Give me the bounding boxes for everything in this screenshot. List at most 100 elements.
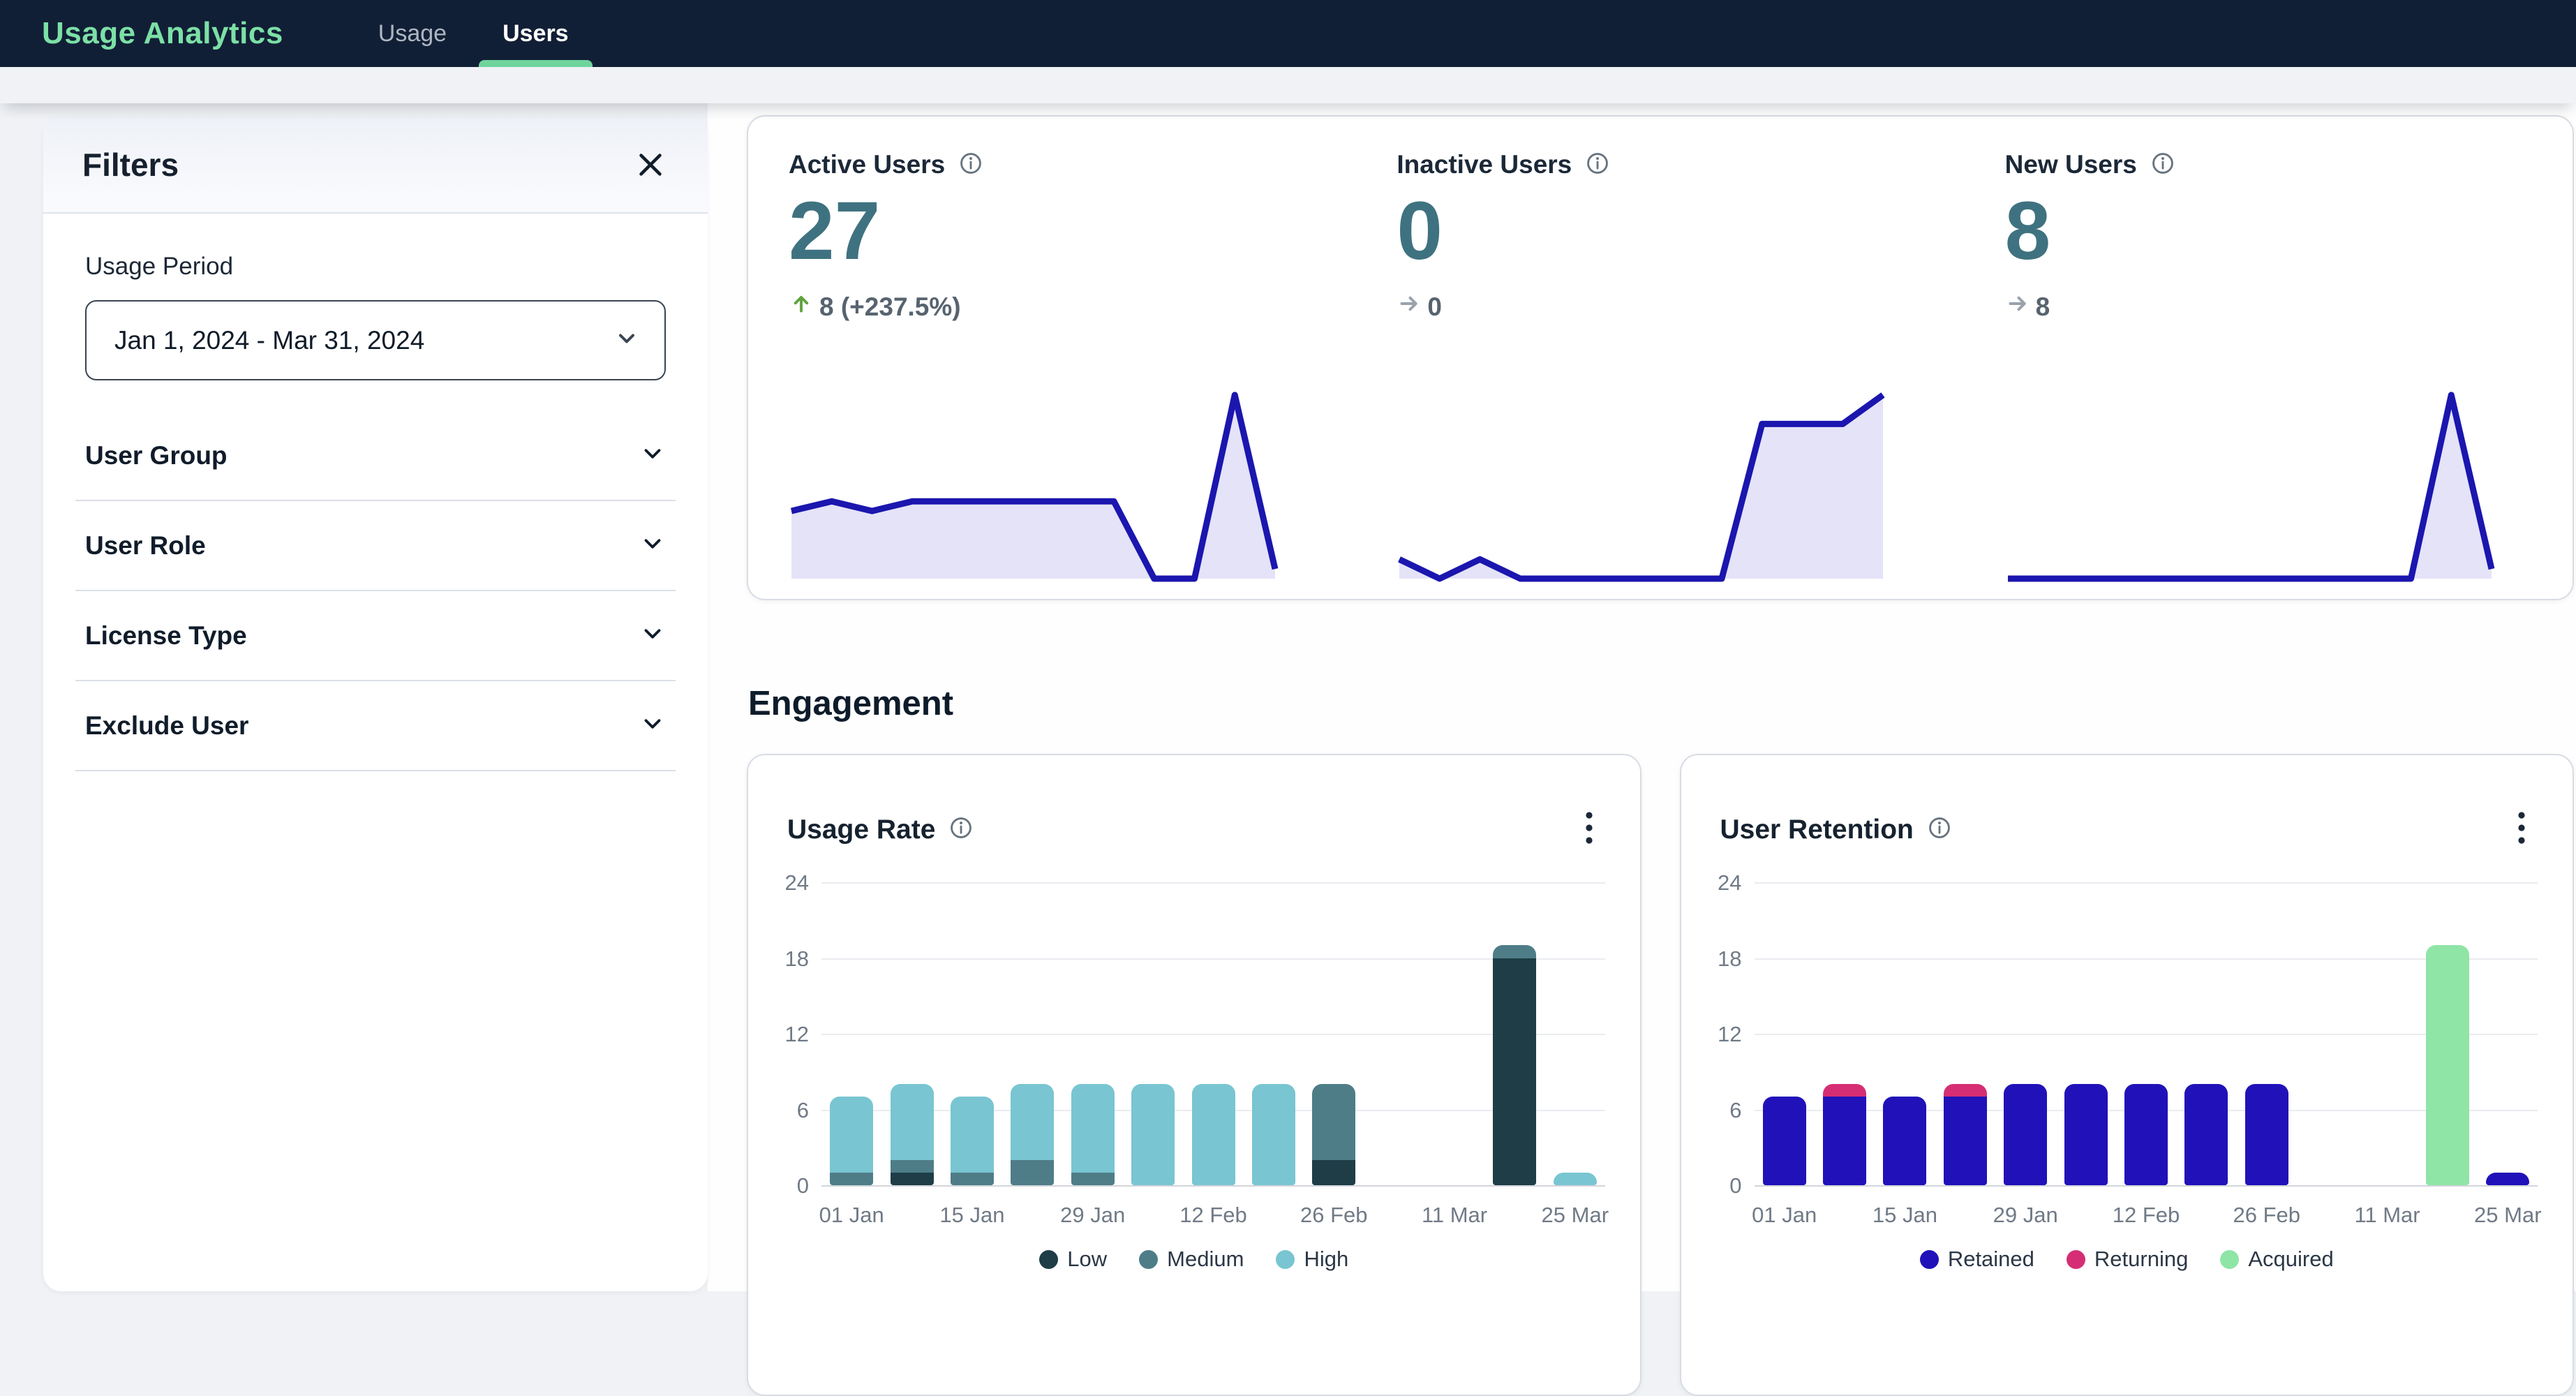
legend-item-returning[interactable]: Returning	[2067, 1247, 2188, 1272]
bar-segment-retained	[1944, 1097, 1987, 1185]
bar-25-mar[interactable]	[2486, 1173, 2529, 1185]
bar-22-jan[interactable]	[1011, 1084, 1054, 1185]
bar-segment-returning	[1823, 1084, 1866, 1097]
x-axis-tick: 25 Mar	[2459, 1203, 2556, 1228]
usage-period-select[interactable]: Jan 1, 2024 - Mar 31, 2024	[85, 300, 666, 380]
bar-segment-medium	[1312, 1084, 1355, 1160]
kpi-delta: 8	[2005, 291, 2050, 322]
bar-01-jan[interactable]	[830, 1097, 873, 1185]
legend-item-low[interactable]: Low	[1039, 1247, 1107, 1272]
kpi-new-users: New Users 8 8	[1965, 117, 2573, 599]
bar-25-mar[interactable]	[1554, 1173, 1597, 1185]
bar-12-feb[interactable]	[1192, 1084, 1235, 1185]
info-icon[interactable]	[2151, 151, 2175, 179]
kebab-menu-icon[interactable]	[1577, 805, 1601, 854]
legend-label: Acquired	[2248, 1247, 2333, 1272]
bar-segment-retained	[2486, 1173, 2529, 1185]
legend-dot	[1139, 1250, 1158, 1269]
accordion-exclude-user[interactable]: Exclude User	[75, 681, 676, 771]
bar-01-jan[interactable]	[1763, 1097, 1806, 1185]
app-title: Usage Analytics	[0, 16, 283, 51]
accordion-user-role[interactable]: User Role	[75, 501, 676, 591]
bar-22-jan[interactable]	[1944, 1084, 1987, 1185]
accordion-user-group[interactable]: User Group	[75, 411, 676, 501]
kpi-title: New Users	[2005, 150, 2137, 179]
top-navbar: Usage Analytics Usage Users	[0, 0, 2576, 67]
engagement-heading: Engagement	[748, 684, 953, 723]
x-axis-tick: 12 Feb	[1165, 1203, 1263, 1228]
bar-18-mar[interactable]	[2426, 945, 2469, 1185]
gridline	[821, 1185, 1605, 1187]
kpi-value: 0	[1397, 186, 1443, 277]
x-axis-tick: 15 Jan	[923, 1203, 1021, 1228]
gridline	[1755, 882, 2538, 884]
info-icon[interactable]	[1586, 151, 1609, 179]
kpi-active-users: Active Users 27 8 (+237.5%)	[748, 117, 1356, 599]
bar-29-jan[interactable]	[1071, 1084, 1115, 1185]
bar-12-feb[interactable]	[2124, 1084, 2168, 1185]
legend-label: Retained	[1948, 1247, 2034, 1272]
usage-rate-card: Usage Rate 0612182401 Jan15 Jan29 Jan12 …	[747, 754, 1641, 1396]
legend-dot	[1039, 1250, 1058, 1269]
legend-item-medium[interactable]: Medium	[1139, 1247, 1244, 1272]
kpi-value: 27	[789, 186, 880, 277]
bar-26-feb[interactable]	[1312, 1084, 1355, 1185]
bar-29-jan[interactable]	[2004, 1084, 2047, 1185]
tab-users[interactable]: Users	[475, 0, 597, 67]
bar-segment-high	[1071, 1084, 1115, 1173]
filters-panel: Filters Usage Period Jan 1, 2024 - Mar 3…	[43, 117, 708, 1291]
kebab-menu-icon[interactable]	[2510, 805, 2533, 854]
bar-segment-high	[1252, 1084, 1295, 1185]
sparkline-active-users	[789, 385, 1278, 582]
x-axis-tick: 25 Mar	[1526, 1203, 1624, 1228]
kpi-delta: 8 (+237.5%)	[789, 291, 961, 322]
chevron-down-icon	[639, 440, 666, 470]
legend-label: Medium	[1167, 1247, 1244, 1272]
bar-26-feb[interactable]	[2245, 1084, 2288, 1185]
left-gutter	[0, 67, 43, 1291]
x-axis-tick: 29 Jan	[1976, 1203, 2074, 1228]
bar-segment-retained	[1823, 1097, 1866, 1185]
bar-19-feb[interactable]	[1252, 1084, 1295, 1185]
chart-title: User Retention	[1720, 815, 1914, 845]
bar-segment-acquired	[2426, 945, 2469, 1185]
legend-item-retained[interactable]: Retained	[1920, 1247, 2034, 1272]
legend-item-acquired[interactable]: Acquired	[2220, 1247, 2333, 1272]
accordion-license-type[interactable]: License Type	[75, 591, 676, 681]
bar-08-jan[interactable]	[891, 1084, 934, 1185]
bar-08-jan[interactable]	[1823, 1084, 1866, 1185]
legend-label: High	[1304, 1247, 1348, 1272]
trend-up-icon	[789, 291, 814, 322]
bar-segment-high	[891, 1084, 934, 1160]
bar-19-feb[interactable]	[2184, 1084, 2228, 1185]
tab-usage[interactable]: Usage	[350, 0, 475, 67]
info-icon[interactable]	[959, 151, 983, 179]
gridline	[821, 958, 1605, 960]
bar-18-mar[interactable]	[1493, 945, 1536, 1185]
bar-segment-low	[891, 1173, 934, 1185]
bar-15-jan[interactable]	[951, 1097, 994, 1185]
trend-flat-icon	[1397, 291, 1422, 322]
bar-15-jan[interactable]	[1883, 1097, 1926, 1185]
x-axis-tick: 26 Feb	[2218, 1203, 2316, 1228]
user-retention-card: User Retention 0612182401 Jan15 Jan29 Ja…	[1680, 754, 2575, 1396]
header-strip	[0, 67, 2576, 103]
x-axis-tick: 11 Mar	[2339, 1203, 2436, 1228]
close-icon[interactable]	[632, 147, 669, 183]
active-tab-underline	[479, 60, 593, 67]
kpi-inactive-users: Inactive Users 0 0	[1356, 117, 1964, 599]
kpi-title: Inactive Users	[1397, 150, 1572, 179]
filters-header: Filters	[43, 117, 708, 214]
bar-05-feb[interactable]	[1131, 1084, 1175, 1185]
legend-item-high[interactable]: High	[1276, 1247, 1348, 1272]
bar-segment-low	[1312, 1160, 1355, 1185]
y-axis-tick: 12	[1686, 1023, 1742, 1046]
main-content: Active Users 27 8 (+237.5%)	[747, 67, 2574, 1291]
chevron-down-icon	[614, 326, 639, 355]
bar-05-feb[interactable]	[2064, 1084, 2108, 1185]
plot-area: 0612182401 Jan15 Jan29 Jan12 Feb26 Feb11…	[821, 883, 1605, 1186]
y-axis-tick: 0	[753, 1174, 809, 1198]
bar-segment-retained	[1763, 1097, 1806, 1185]
info-icon[interactable]	[949, 816, 973, 843]
info-icon[interactable]	[1928, 816, 1951, 843]
